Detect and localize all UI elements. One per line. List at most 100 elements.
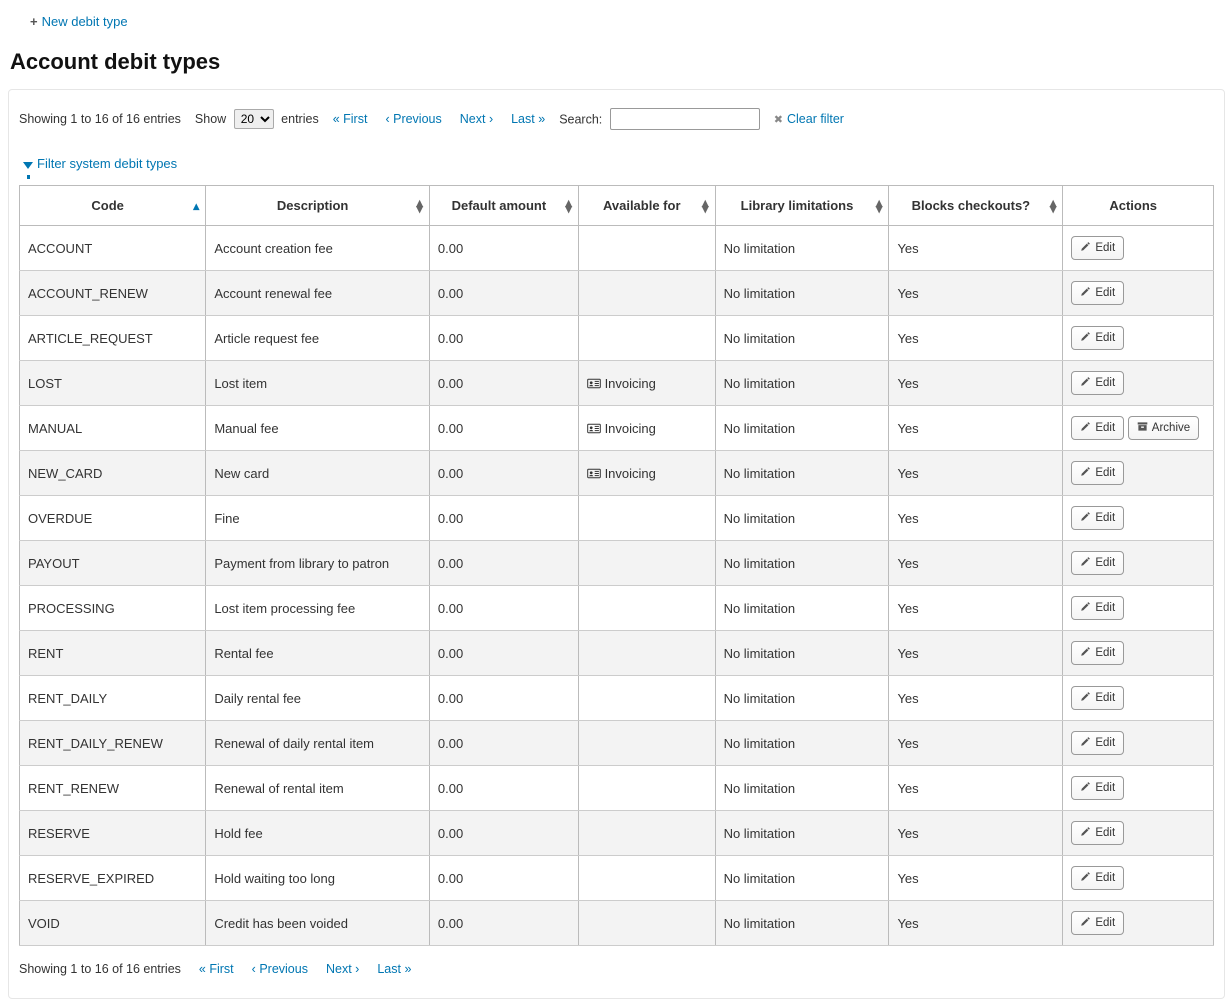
edit-button[interactable]: Edit bbox=[1071, 551, 1124, 575]
close-icon bbox=[774, 112, 787, 126]
edit-button[interactable]: Edit bbox=[1071, 506, 1124, 530]
cell-description: Renewal of rental item bbox=[206, 766, 430, 811]
cell-actions: Edit bbox=[1063, 496, 1214, 541]
cell-library-limitations: No limitation bbox=[715, 451, 889, 496]
cell-available-for bbox=[578, 226, 715, 271]
previous-page-link-bottom[interactable]: ‹ Previous bbox=[252, 962, 308, 976]
idcard-icon bbox=[587, 376, 601, 391]
edit-button[interactable]: Edit bbox=[1071, 416, 1124, 440]
edit-button[interactable]: Edit bbox=[1071, 596, 1124, 620]
col-header-description[interactable]: Description bbox=[206, 186, 430, 226]
next-page-link[interactable]: Next › bbox=[460, 112, 493, 126]
cell-actions: Edit bbox=[1063, 361, 1214, 406]
archive-button[interactable]: Archive bbox=[1128, 416, 1199, 440]
cell-blocks-checkouts: Yes bbox=[889, 676, 1063, 721]
page-size-select[interactable]: 20 bbox=[234, 109, 274, 129]
cell-available-for bbox=[578, 496, 715, 541]
table-toolbar-bottom: Showing 1 to 16 of 16 entries « First ‹ … bbox=[19, 946, 1214, 976]
cell-code: OVERDUE bbox=[20, 496, 206, 541]
cell-description: Hold fee bbox=[206, 811, 430, 856]
cell-blocks-checkouts: Yes bbox=[889, 901, 1063, 946]
new-debit-type-link[interactable]: New debit type bbox=[30, 14, 128, 29]
edit-button[interactable]: Edit bbox=[1071, 911, 1124, 935]
pager-bottom: « First ‹ Previous Next › Last » bbox=[199, 962, 411, 976]
chevron-left-icon: ‹ bbox=[385, 112, 389, 126]
cell-blocks-checkouts: Yes bbox=[889, 316, 1063, 361]
edit-button[interactable]: Edit bbox=[1071, 461, 1124, 485]
cell-library-limitations: No limitation bbox=[715, 901, 889, 946]
cell-available-for: Invoicing bbox=[578, 406, 715, 451]
table-row: ARTICLE_REQUESTArticle request fee0.00No… bbox=[20, 316, 1214, 361]
cell-available-for bbox=[578, 541, 715, 586]
last-page-link[interactable]: Last » bbox=[511, 112, 545, 126]
funnel-icon bbox=[23, 162, 33, 169]
edit-button[interactable]: Edit bbox=[1071, 371, 1124, 395]
col-header-code[interactable]: Code bbox=[20, 186, 206, 226]
filter-system-debit-types-link[interactable]: Filter system debit types bbox=[23, 156, 177, 171]
cell-default-amount: 0.00 bbox=[429, 766, 578, 811]
cell-actions: Edit bbox=[1063, 676, 1214, 721]
cell-blocks-checkouts: Yes bbox=[889, 496, 1063, 541]
table-row: RESERVE_EXPIREDHold waiting too long0.00… bbox=[20, 856, 1214, 901]
table-row: PAYOUTPayment from library to patron0.00… bbox=[20, 541, 1214, 586]
clear-filter-link[interactable]: Clear filter bbox=[774, 112, 844, 126]
edit-button[interactable]: Edit bbox=[1071, 776, 1124, 800]
table-toolbar-top: Showing 1 to 16 of 16 entries Show 20 en… bbox=[19, 108, 1214, 142]
first-page-link[interactable]: « First bbox=[333, 112, 368, 126]
edit-button[interactable]: Edit bbox=[1071, 731, 1124, 755]
edit-button[interactable]: Edit bbox=[1071, 686, 1124, 710]
page-size-label: Show 20 entries bbox=[195, 109, 319, 129]
col-header-blocks-checkouts[interactable]: Blocks checkouts? bbox=[889, 186, 1063, 226]
cell-code: PAYOUT bbox=[20, 541, 206, 586]
cell-default-amount: 0.00 bbox=[429, 361, 578, 406]
search-input[interactable] bbox=[610, 108, 760, 130]
cell-code: VOID bbox=[20, 901, 206, 946]
cell-description: Lost item processing fee bbox=[206, 586, 430, 631]
first-page-link-bottom[interactable]: « First bbox=[199, 962, 234, 976]
cell-library-limitations: No limitation bbox=[715, 541, 889, 586]
edit-button[interactable]: Edit bbox=[1071, 281, 1124, 305]
next-page-link-bottom[interactable]: Next › bbox=[326, 962, 359, 976]
edit-button[interactable]: Edit bbox=[1071, 326, 1124, 350]
cell-blocks-checkouts: Yes bbox=[889, 811, 1063, 856]
edit-button[interactable]: Edit bbox=[1071, 236, 1124, 260]
archive-label: Archive bbox=[1152, 422, 1190, 434]
edit-label: Edit bbox=[1095, 512, 1115, 524]
sort-icon bbox=[702, 200, 709, 212]
cell-available-for bbox=[578, 856, 715, 901]
pencil-icon bbox=[1080, 241, 1091, 255]
col-header-available-for[interactable]: Available for bbox=[578, 186, 715, 226]
cell-code: MANUAL bbox=[20, 406, 206, 451]
chevron-first-icon: « bbox=[333, 112, 340, 126]
edit-label: Edit bbox=[1095, 377, 1115, 389]
previous-page-link[interactable]: ‹ Previous bbox=[385, 112, 441, 126]
cell-available-for: Invoicing bbox=[578, 361, 715, 406]
cell-default-amount: 0.00 bbox=[429, 811, 578, 856]
page-title: Account debit types bbox=[10, 49, 1221, 75]
col-header-default-amount[interactable]: Default amount bbox=[429, 186, 578, 226]
cell-available-for bbox=[578, 811, 715, 856]
edit-button[interactable]: Edit bbox=[1071, 641, 1124, 665]
cell-actions: Edit bbox=[1063, 586, 1214, 631]
cell-actions: Edit bbox=[1063, 316, 1214, 361]
table-row: LOSTLost item0.00 InvoicingNo limitation… bbox=[20, 361, 1214, 406]
pencil-icon bbox=[1080, 421, 1091, 435]
cell-available-for bbox=[578, 676, 715, 721]
last-page-link-bottom[interactable]: Last » bbox=[377, 962, 411, 976]
edit-button[interactable]: Edit bbox=[1071, 866, 1124, 890]
edit-label: Edit bbox=[1095, 467, 1115, 479]
cell-default-amount: 0.00 bbox=[429, 856, 578, 901]
pager-top: « First ‹ Previous Next › Last » bbox=[333, 112, 545, 126]
cell-description: Article request fee bbox=[206, 316, 430, 361]
cell-available-for bbox=[578, 316, 715, 361]
edit-label: Edit bbox=[1095, 287, 1115, 299]
cell-default-amount: 0.00 bbox=[429, 406, 578, 451]
cell-actions: Edit bbox=[1063, 811, 1214, 856]
cell-code: ARTICLE_REQUEST bbox=[20, 316, 206, 361]
cell-default-amount: 0.00 bbox=[429, 541, 578, 586]
col-header-library-limitations[interactable]: Library limitations bbox=[715, 186, 889, 226]
chevron-first-icon: « bbox=[199, 962, 206, 976]
cell-actions: Edit bbox=[1063, 271, 1214, 316]
table-row: ACCOUNT_RENEWAccount renewal fee0.00No l… bbox=[20, 271, 1214, 316]
edit-button[interactable]: Edit bbox=[1071, 821, 1124, 845]
